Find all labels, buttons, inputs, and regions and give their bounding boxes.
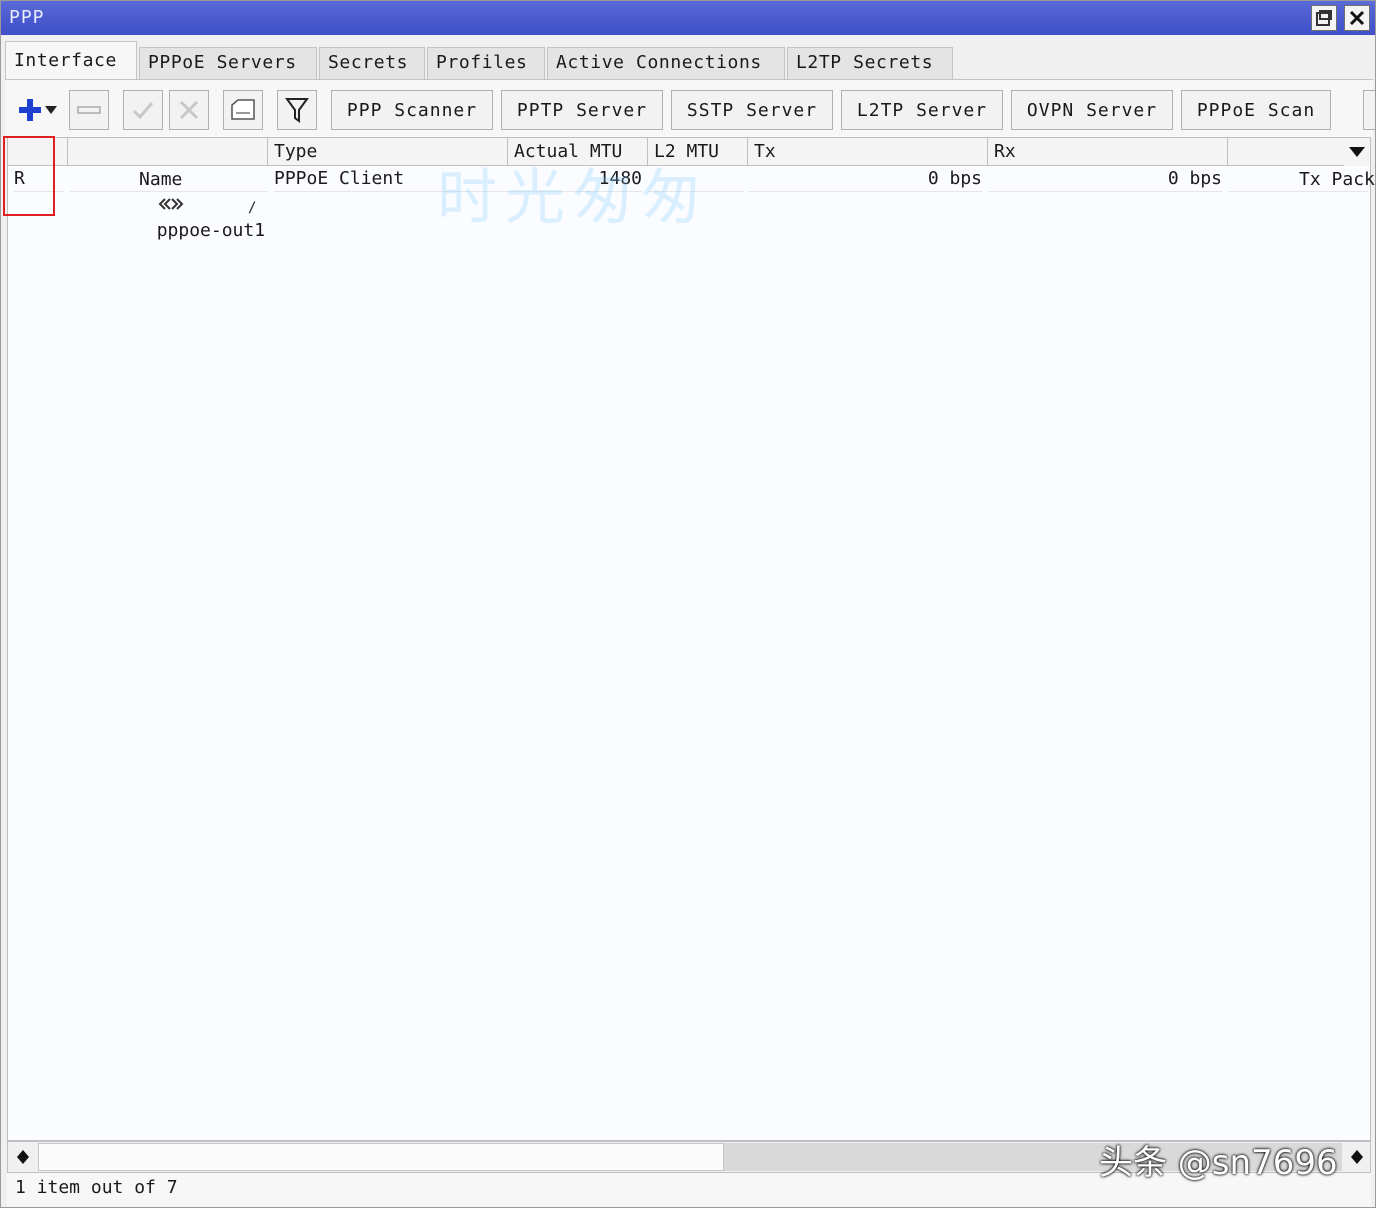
column-header-l2-mtu[interactable]: L2 MTU — [648, 138, 748, 166]
row-name: pppoe-out1 — [70, 166, 268, 241]
column-header-type[interactable]: Type — [268, 138, 508, 166]
plus-icon — [19, 99, 41, 121]
toolbar: PPP Scanner PPTP Server SSTP Server L2TP… — [5, 79, 1375, 138]
scrollbar-thumb[interactable] — [38, 1143, 724, 1171]
cross-icon — [179, 100, 199, 120]
tab-pppoe-servers[interactable]: PPPoE Servers — [139, 47, 317, 79]
column-header-tx[interactable]: Tx — [748, 138, 988, 166]
check-icon — [132, 102, 154, 120]
row-l2-mtu — [648, 166, 744, 192]
scroll-right-button[interactable] — [1342, 1142, 1372, 1172]
tab-active-connections[interactable]: Active Connections — [547, 47, 785, 79]
highlight-annotation — [3, 136, 55, 216]
sstp-server-button[interactable]: SSTP Server — [671, 90, 833, 130]
column-header-actual-mtu[interactable]: Actual MTU — [508, 138, 648, 166]
row-type: PPPoE Client — [274, 166, 508, 192]
interface-table: Name / Type Actual MTU L2 MTU Tx Rx Tx P… — [7, 137, 1376, 1141]
scroll-left-icon — [17, 1150, 29, 1164]
tab-secrets[interactable]: Secrets — [319, 47, 425, 79]
columns-menu-button[interactable] — [1344, 138, 1370, 166]
ppp-window: PPP Interface PPPoE Servers Secrets Prof… — [0, 0, 1376, 1208]
scroll-left-button[interactable] — [8, 1142, 38, 1172]
interface-icon — [158, 198, 184, 210]
ppp-scanner-button[interactable]: PPP Scanner — [331, 90, 493, 130]
filter-button[interactable] — [277, 90, 317, 130]
row-actual-mtu: 1480 — [508, 166, 642, 192]
column-header-name[interactable]: Name / — [68, 138, 268, 216]
corner-watermark: 头条 @sn7696 — [1099, 1143, 1338, 1183]
window-title: PPP — [9, 7, 45, 28]
pppoe-scan-button[interactable]: PPPoE Scan — [1181, 90, 1331, 130]
close-button[interactable] — [1344, 5, 1370, 31]
close-icon — [1349, 10, 1365, 26]
comment-icon — [231, 99, 255, 120]
title-bar[interactable]: PPP — [1, 1, 1375, 35]
dropdown-arrow-icon — [45, 106, 57, 114]
chevron-down-icon — [1349, 147, 1365, 157]
restore-icon — [1316, 10, 1332, 26]
tab-interface[interactable]: Interface — [5, 41, 137, 79]
l2tp-server-button[interactable]: L2TP Server — [841, 90, 1003, 130]
row-rx: 0 bps — [988, 166, 1222, 192]
comment-button[interactable] — [223, 90, 263, 130]
pptp-server-button[interactable]: PPTP Server — [501, 90, 663, 130]
tab-profiles[interactable]: Profiles — [427, 47, 545, 79]
ovpn-server-button[interactable]: OVPN Server — [1011, 90, 1173, 130]
remove-button[interactable] — [69, 90, 109, 130]
restore-button[interactable] — [1311, 5, 1337, 31]
toolbar-overflow[interactable] — [1363, 90, 1375, 130]
enable-button[interactable] — [123, 90, 163, 130]
add-button[interactable] — [9, 90, 65, 130]
scroll-right-icon — [1351, 1150, 1363, 1164]
row-tx-packet — [1228, 166, 1368, 192]
filter-icon — [285, 98, 309, 123]
column-header-rx[interactable]: Rx — [988, 138, 1228, 166]
minus-icon — [77, 106, 101, 114]
row-tx: 0 bps — [748, 166, 982, 192]
row-name-text: pppoe-out1 — [156, 220, 266, 241]
disable-button[interactable] — [169, 90, 209, 130]
tab-l2tp-secrets[interactable]: L2TP Secrets — [787, 47, 953, 79]
